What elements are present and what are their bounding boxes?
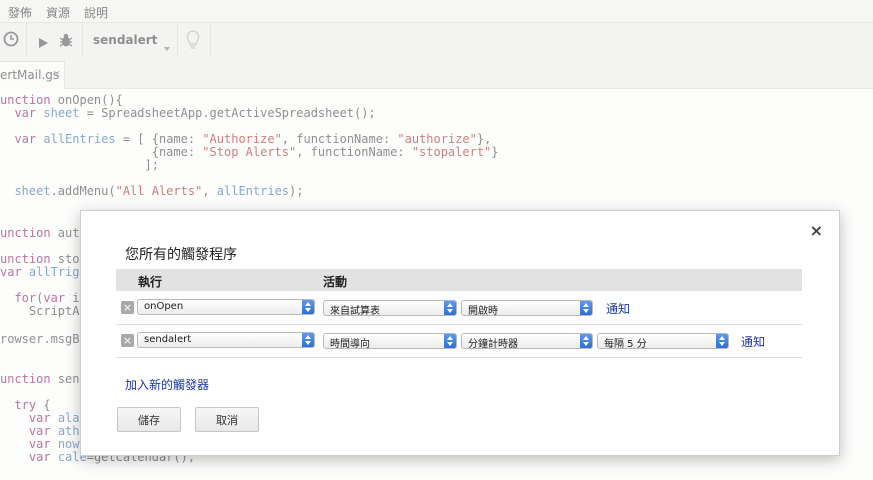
delete-trigger-icon[interactable]: ×: [121, 334, 134, 347]
column-events: 活動: [323, 275, 348, 289]
notify-link[interactable]: 通知: [606, 300, 630, 317]
select-arrow-icon: [444, 334, 456, 348]
triggers-dialog: × 您所有的觸發程序 執行 活動 × onOpen 來自試算表 開啟時 通知 ×…: [80, 210, 840, 456]
column-run: 執行: [138, 275, 163, 289]
dialog-title: 您所有的觸發程序: [125, 247, 237, 263]
trigger-source-select[interactable]: 來自試算表: [323, 300, 457, 317]
cancel-button[interactable]: 取消: [195, 407, 259, 432]
trigger-function-select[interactable]: onOpen: [137, 299, 315, 315]
close-icon[interactable]: ×: [810, 221, 823, 240]
select-arrow-icon: [580, 301, 592, 315]
select-arrow-icon: [580, 334, 592, 348]
row-divider: [116, 324, 802, 325]
delete-trigger-icon[interactable]: ×: [121, 301, 134, 314]
trigger-interval-select[interactable]: 每隔 5 分: [597, 333, 729, 350]
trigger-source-select[interactable]: 時間導向: [323, 333, 457, 350]
select-arrow-icon: [716, 334, 728, 348]
trigger-event-select[interactable]: 分鐘計時器: [461, 333, 593, 350]
select-arrow-icon: [302, 333, 314, 347]
triggers-table-header: 執行 活動: [116, 269, 802, 291]
select-arrow-icon: [444, 301, 456, 315]
notify-link[interactable]: 通知: [741, 333, 765, 350]
trigger-event-select[interactable]: 開啟時: [461, 300, 593, 317]
add-trigger-link[interactable]: 加入新的觸發器: [125, 376, 209, 393]
row-divider: [116, 357, 802, 358]
save-button[interactable]: 儲存: [117, 407, 181, 432]
select-arrow-icon: [302, 300, 314, 314]
trigger-function-select[interactable]: sendalert: [137, 332, 315, 348]
